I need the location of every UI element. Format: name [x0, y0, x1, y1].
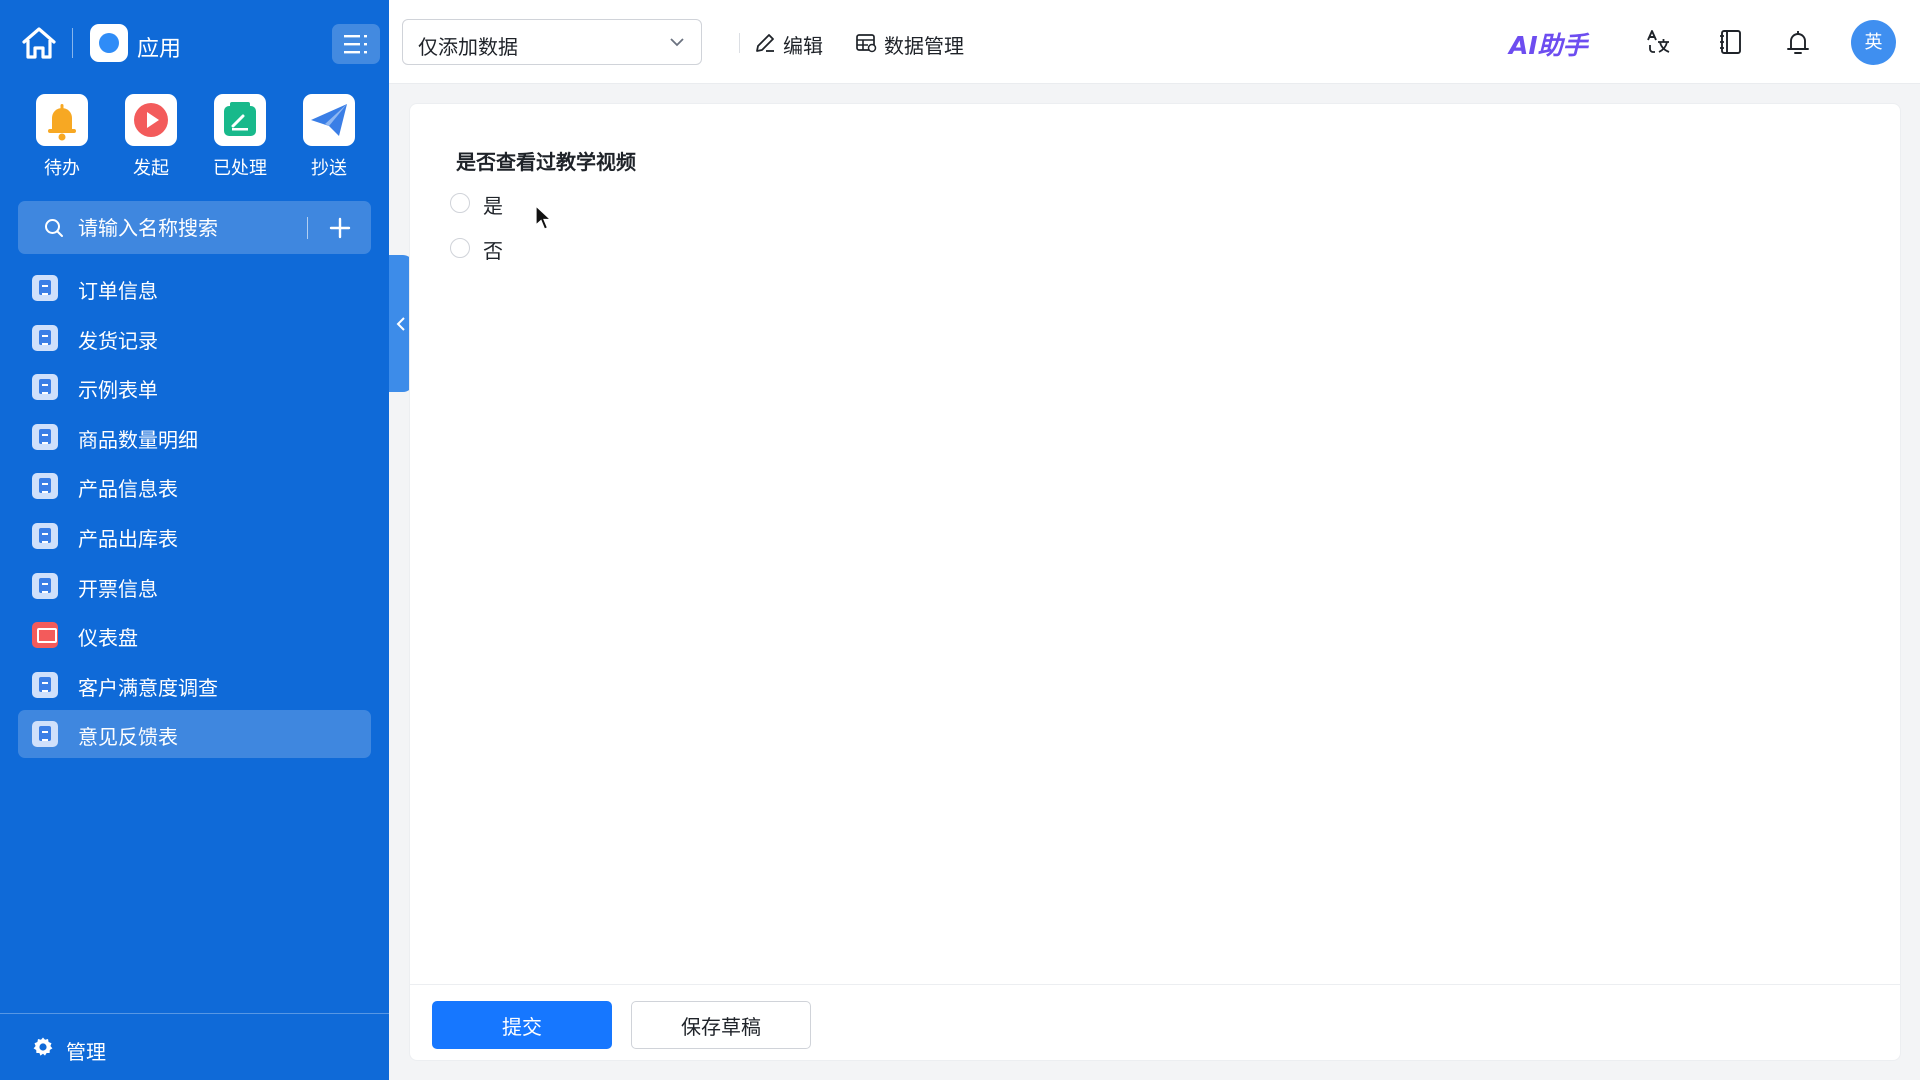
menu-toggle-button[interactable]: [332, 24, 380, 64]
quick-actions: 待办 发起 已处理 抄送: [0, 94, 389, 184]
sidebar-item-shipping-records[interactable]: 发货记录: [18, 314, 371, 362]
app-logo: [90, 24, 128, 62]
sidebar-item-label: 开票信息: [78, 576, 158, 601]
form-doc-icon: [32, 522, 58, 549]
sidebar-item-product-quantity[interactable]: 商品数量明细: [18, 413, 371, 461]
search-icon: [45, 219, 63, 237]
manage-label: 管理: [66, 1040, 106, 1064]
chevron-left-icon: [396, 317, 405, 331]
add-icon[interactable]: [327, 215, 353, 241]
sidebar-item-feedback-form[interactable]: 意见反馈表: [18, 710, 371, 759]
sidebar-item-label: 仪表盘: [78, 626, 138, 651]
radio-option-label: 是: [483, 194, 503, 218]
bell-icon: [36, 94, 88, 146]
sidebar-item-label: 意见反馈表: [78, 725, 178, 750]
sidebar-header: 应用: [0, 0, 389, 86]
form-doc-icon: [32, 324, 58, 351]
save-draft-button[interactable]: 保存草稿: [631, 1001, 811, 1049]
question-title: 是否查看过教学视频: [456, 150, 636, 174]
form-doc-icon: [32, 721, 58, 748]
submit-button[interactable]: 提交: [432, 1001, 612, 1049]
radio-circle[interactable]: [450, 238, 470, 258]
avatar[interactable]: 英: [1851, 20, 1896, 65]
form-doc-icon: [32, 374, 58, 401]
form-doc-icon: [32, 473, 58, 500]
sidebar-item-label: 客户满意度调查: [78, 675, 218, 700]
gear-icon: [33, 1037, 53, 1056]
form-doc-icon: [32, 423, 58, 450]
form-doc-icon: [32, 572, 58, 599]
data-manage-label: 数据管理: [884, 34, 964, 58]
mouse-cursor-icon: [535, 205, 553, 230]
send-icon: [303, 94, 355, 146]
quick-start[interactable]: 发起: [107, 94, 195, 184]
quick-cc[interactable]: 抄送: [285, 94, 373, 184]
edit-label: 编辑: [783, 34, 823, 58]
form-doc-icon: [32, 275, 58, 301]
translate-icon[interactable]: [1643, 27, 1673, 57]
search-divider: [307, 217, 308, 239]
sidebar-item-product-info[interactable]: 产品信息表: [18, 462, 371, 510]
sidebar-item-invoice-info[interactable]: 开票信息: [18, 562, 371, 610]
pencil-icon: [756, 34, 774, 52]
toolbar-divider: [739, 33, 740, 53]
manage-button[interactable]: 管理: [32, 1036, 106, 1064]
sidebar-item-label: 产品出库表: [78, 526, 178, 551]
form-card: 是否查看过教学视频 是 否 提交 保存草稿: [409, 103, 1901, 1061]
sidebar-item-label: 发货记录: [78, 328, 158, 353]
quick-start-label: 发起: [133, 158, 169, 179]
check-doc-icon: [214, 94, 266, 146]
app-title: 应用: [137, 37, 182, 62]
document-book-icon[interactable]: [1716, 27, 1746, 57]
table-icon: [856, 34, 877, 53]
dashboard-icon: [32, 622, 58, 649]
quick-processed-label: 已处理: [213, 158, 267, 179]
menu-icon: [344, 35, 367, 54]
sidebar-item-order-info[interactable]: 订单信息: [18, 264, 371, 312]
mode-select-value: 仅添加数据: [418, 35, 518, 59]
bell-icon[interactable]: [1783, 27, 1813, 57]
quick-todo[interactable]: 待办: [18, 94, 106, 184]
sidebar-item-label: 产品信息表: [78, 477, 178, 502]
sidebar-item-dashboard[interactable]: 仪表盘: [18, 611, 371, 659]
radio-circle[interactable]: [450, 193, 470, 213]
sidebar-footer: 管理: [0, 1013, 389, 1080]
form-actions: 提交 保存草稿: [410, 984, 1900, 1060]
sidebar-item-label: 订单信息: [78, 279, 158, 303]
top-bar: 仅添加数据 编辑 数据管理 AI助手 英: [389, 0, 1920, 84]
sidebar-nav: 订单信息 发货记录 示例表单 商品数量明细 产品信息表 产品出库表 开票信息 仪…: [18, 264, 371, 760]
quick-cc-label: 抄送: [311, 158, 347, 179]
quick-todo-label: 待办: [44, 158, 80, 179]
sidebar-item-label: 商品数量明细: [78, 427, 198, 452]
form-doc-icon: [32, 671, 58, 698]
play-icon: [125, 94, 177, 146]
sidebar-item-sample-form[interactable]: 示例表单: [18, 363, 371, 411]
chevron-down-icon: [670, 38, 684, 47]
quick-processed[interactable]: 已处理: [196, 94, 284, 184]
ai-assistant-button[interactable]: AI助手: [1509, 26, 1588, 62]
search-box: [18, 201, 371, 254]
sidebar: 应用 待办 发起 已处理 抄送 请输入名称搜索 订单信息 发货记录 示例表单 商…: [0, 0, 389, 1080]
radio-option-label: 否: [483, 239, 503, 263]
header-divider: [72, 28, 73, 58]
mode-select[interactable]: 仅添加数据: [402, 19, 702, 65]
sidebar-item-satisfaction-survey[interactable]: 客户满意度调查: [18, 661, 371, 709]
search-input[interactable]: [78, 211, 318, 244]
sidebar-item-product-outbound[interactable]: 产品出库表: [18, 512, 371, 560]
sidebar-item-label: 示例表单: [78, 378, 158, 403]
home-icon[interactable]: [20, 24, 58, 62]
